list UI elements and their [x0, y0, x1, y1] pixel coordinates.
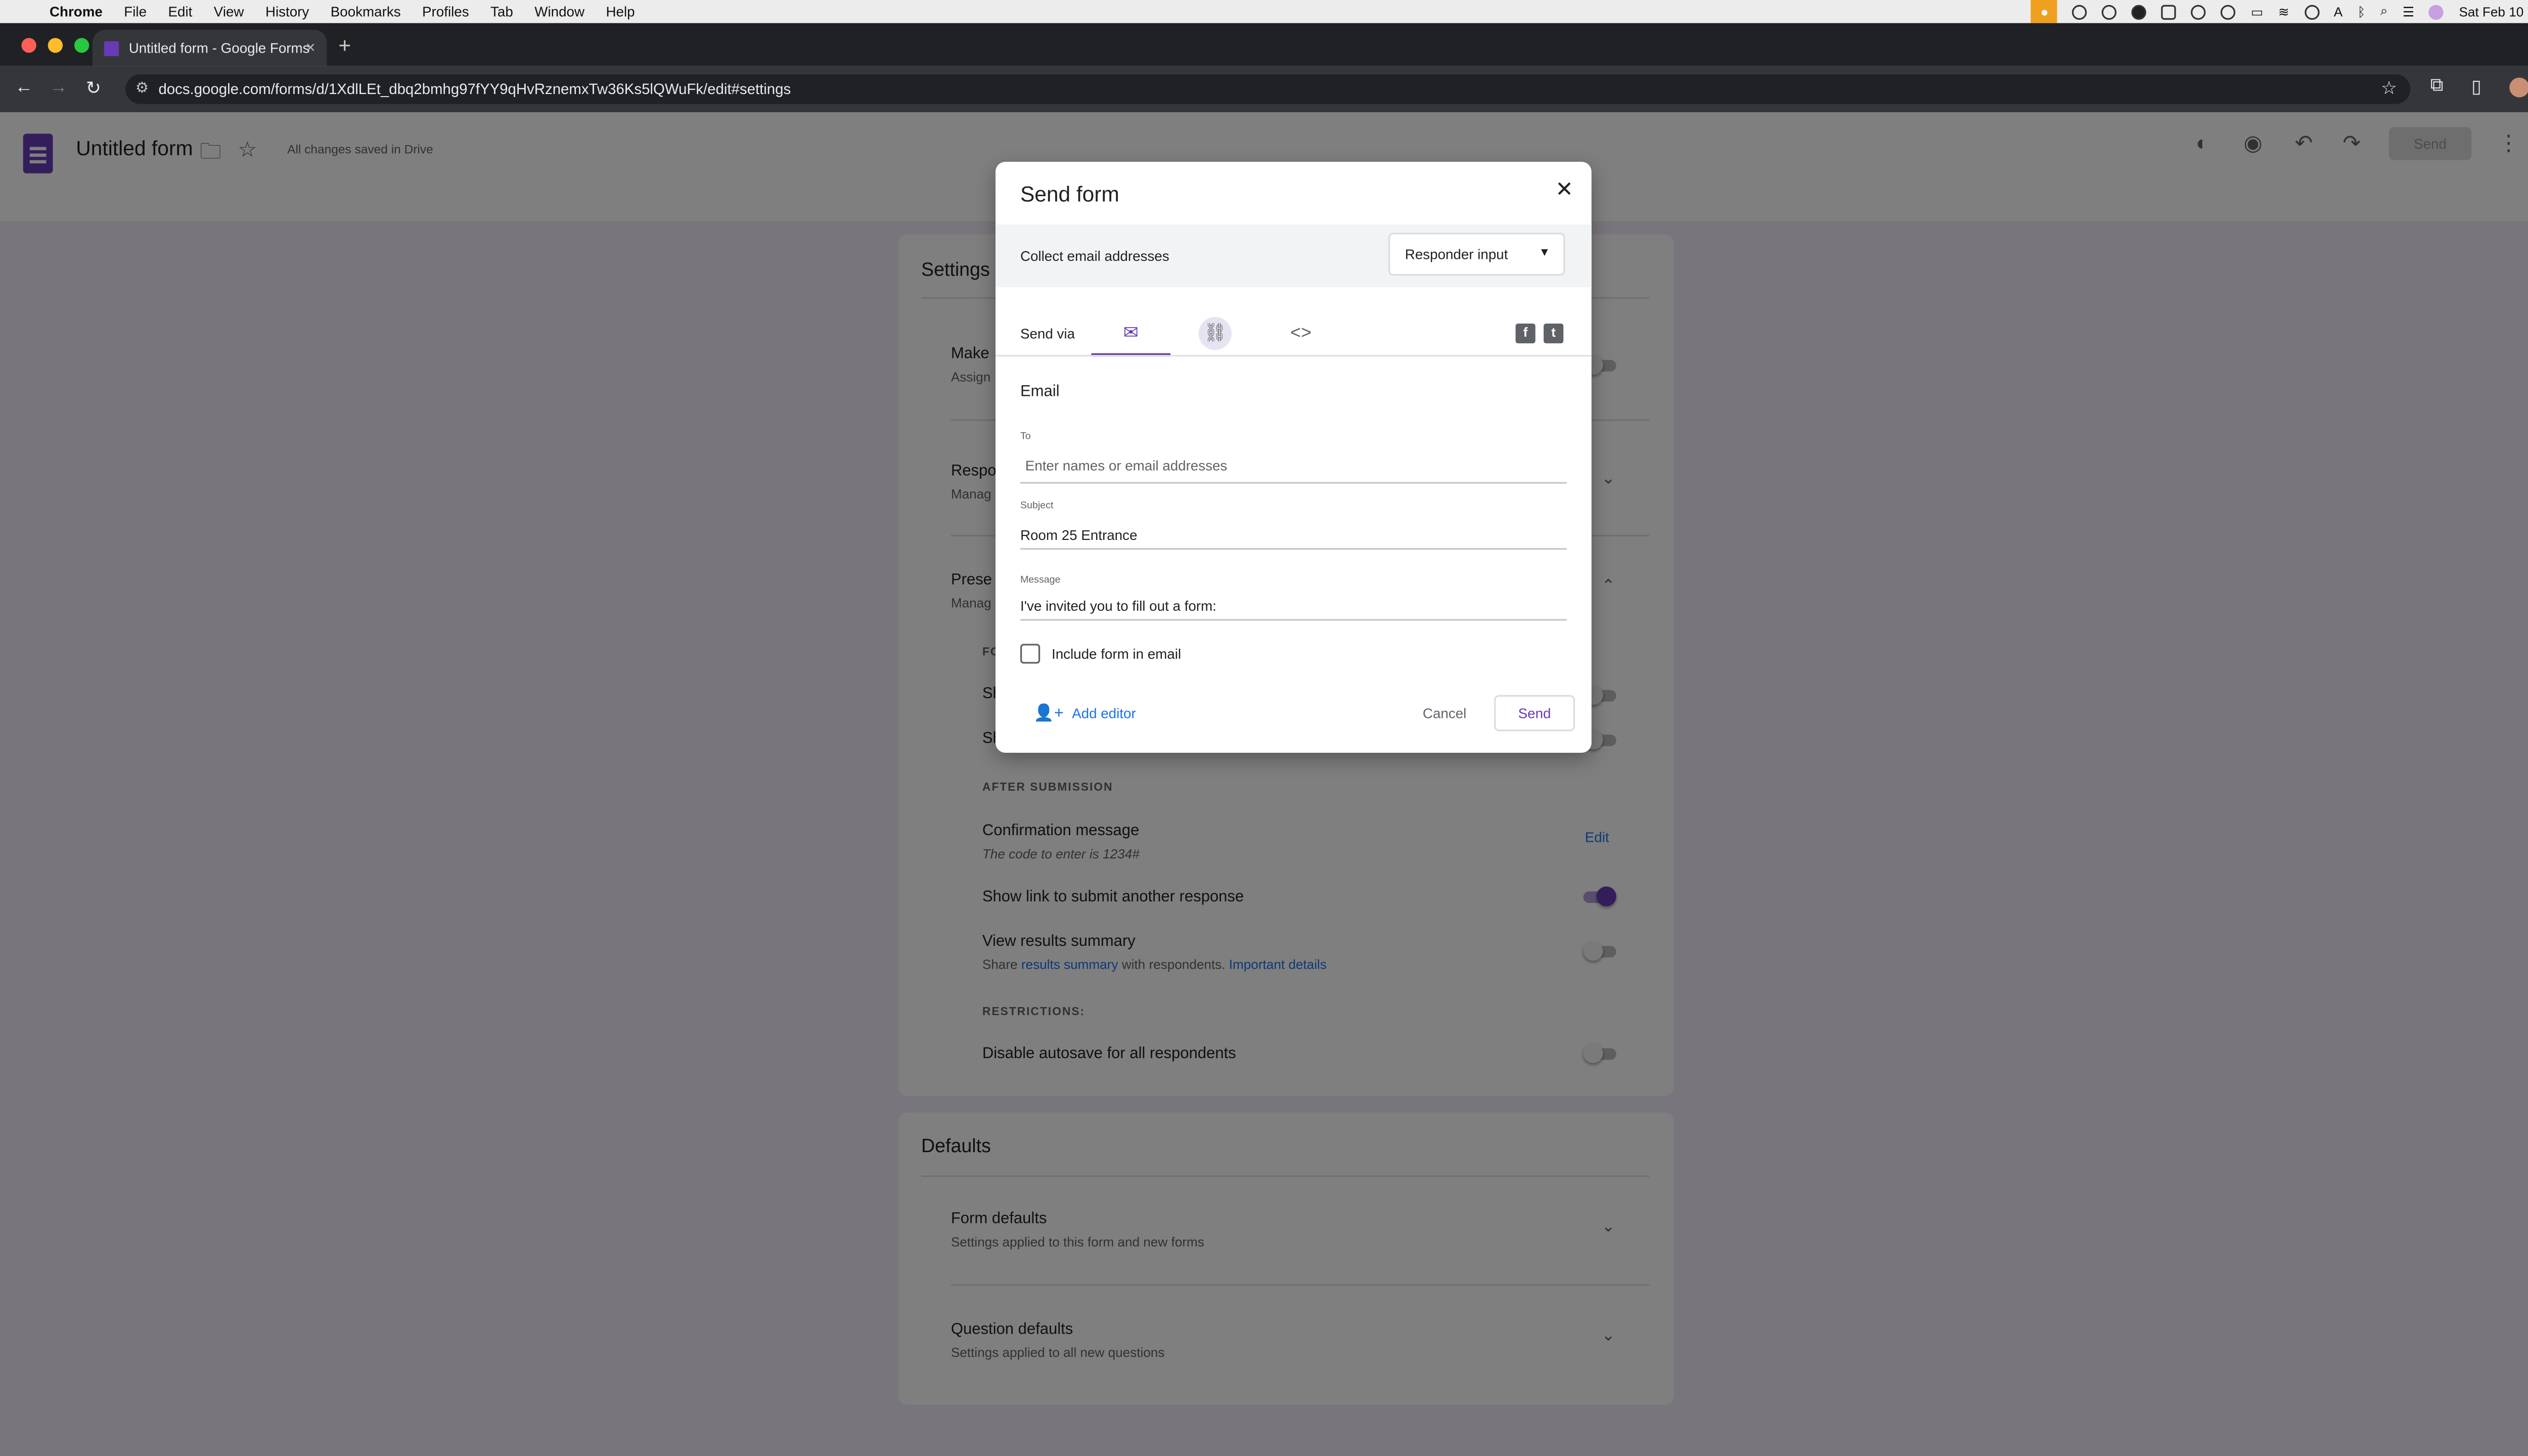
new-tab-icon[interactable]: +: [338, 33, 351, 58]
email-heading: Email: [1020, 383, 1060, 401]
microphone-icon[interactable]: ●: [2031, 0, 2058, 23]
back-icon[interactable]: ←: [15, 77, 33, 97]
menu-profiles[interactable]: Profiles: [422, 4, 469, 20]
browser-tab-strip: Untitled form - Google Forms × + ⌄: [0, 23, 2528, 66]
to-input[interactable]: Enter names or email addresses: [1025, 457, 1228, 474]
play-icon[interactable]: [2191, 4, 2206, 19]
facebook-icon[interactable]: f: [1515, 323, 1536, 344]
mail-icon: ✉: [1123, 323, 1139, 344]
menu-history[interactable]: History: [265, 4, 309, 20]
subject-input[interactable]: Room 25 Entrance: [1020, 527, 1137, 543]
spotlight-search-icon[interactable]: ⌕: [2380, 4, 2388, 20]
add-person-icon: 👤+: [1033, 705, 1064, 723]
include-form-label[interactable]: Include form in email: [1052, 646, 1181, 662]
record-icon[interactable]: [2132, 4, 2147, 19]
bookmark-star-icon[interactable]: ☆: [2381, 77, 2397, 99]
to-label: To: [1020, 432, 1031, 443]
menu-chrome[interactable]: Chrome: [50, 4, 103, 20]
grammarly-icon[interactable]: [2072, 4, 2088, 19]
menu-help[interactable]: Help: [606, 4, 635, 20]
toolbar-actions: ⧉ ▯ ⋮: [2430, 76, 2528, 98]
address-bar[interactable]: ⚙ docs.google.com/forms/d/1XdlLEt_dbq2bm…: [125, 74, 2411, 104]
battery-icon[interactable]: ▭: [2251, 4, 2264, 19]
clock-icon[interactable]: [2304, 4, 2319, 19]
close-icon[interactable]: ✕: [1555, 176, 1573, 203]
browser-toolbar: ← → ↻ ⚙ docs.google.com/forms/d/1XdlLEt_…: [0, 66, 2528, 113]
send-button[interactable]: Send: [1494, 695, 1575, 732]
tab-embed[interactable]: <>: [1261, 310, 1341, 356]
bluetooth-icon[interactable]: ᛒ: [2358, 4, 2366, 19]
browser-tab-active[interactable]: Untitled form - Google Forms ×: [92, 29, 327, 66]
dialog-title: Send form: [1020, 181, 1119, 207]
message-label: Message: [1020, 576, 1061, 586]
macos-menubar: Chrome File Edit View History Bookmarks …: [0, 0, 2528, 23]
maximize-window-button[interactable]: [74, 38, 89, 53]
siri-icon[interactable]: [2429, 4, 2445, 19]
send-form-dialog: Send form ✕ Collect email addresses Resp…: [995, 161, 1592, 753]
reload-icon[interactable]: ↻: [86, 77, 101, 99]
subject-label: Subject: [1020, 502, 1054, 512]
message-input[interactable]: I've invited you to fill out a form:: [1020, 598, 1216, 614]
add-editor-button[interactable]: 👤+ Add editor: [1033, 705, 1136, 723]
speed-icon[interactable]: [2221, 4, 2236, 19]
menu-bookmarks[interactable]: Bookmarks: [331, 4, 401, 20]
minimize-window-button[interactable]: [48, 38, 63, 53]
menu-tab[interactable]: Tab: [490, 4, 513, 20]
menu-window[interactable]: Window: [534, 4, 584, 20]
forward-icon[interactable]: →: [50, 77, 68, 97]
add-editor-label: Add editor: [1072, 705, 1136, 721]
dropdown-caret-icon: ▼: [1539, 247, 1551, 259]
collect-email-select[interactable]: Responder input ▼: [1388, 233, 1565, 276]
forms-favicon-icon: [104, 40, 119, 56]
status-tray: ● ▭ ≋ A ᛒ ⌕ ☰ Sat Feb 10 7:11 PM: [2031, 0, 2528, 23]
send-via-label: Send via: [1020, 325, 1075, 342]
url-text[interactable]: docs.google.com/forms/d/1XdlLEt_dbq2bmhg…: [158, 81, 791, 98]
menu-edit[interactable]: Edit: [168, 4, 192, 20]
close-window-button[interactable]: [21, 38, 36, 53]
menubar-clock[interactable]: Sat Feb 10 7:11 PM: [2459, 4, 2528, 19]
twitter-icon[interactable]: t: [1544, 323, 1564, 344]
collect-email-value: Responder input: [1405, 246, 1508, 263]
profile-avatar-icon[interactable]: [2509, 76, 2528, 97]
cancel-button[interactable]: Cancel: [1412, 697, 1478, 730]
menu-view[interactable]: View: [214, 4, 244, 20]
sync-icon[interactable]: [2102, 4, 2117, 19]
include-form-checkbox[interactable]: [1020, 644, 1041, 664]
tab-title: Untitled form - Google Forms: [128, 39, 310, 57]
wifi-icon[interactable]: ≋: [2278, 4, 2289, 19]
extensions-icon[interactable]: ⧉: [2430, 76, 2444, 97]
window-controls: [21, 38, 89, 53]
screen-icon[interactable]: [2161, 4, 2177, 19]
link-icon: ⛓: [1198, 316, 1232, 350]
screen: Chrome File Edit View History Bookmarks …: [0, 0, 2528, 1456]
collect-email-label: Collect email addresses: [1020, 247, 1169, 264]
site-info-icon[interactable]: ⚙: [136, 79, 149, 98]
control-center-icon[interactable]: ☰: [2403, 4, 2414, 19]
keyboard-input-icon[interactable]: A: [2334, 4, 2342, 19]
side-panel-icon[interactable]: ▯: [2471, 76, 2481, 97]
tab-link[interactable]: ⛓: [1176, 310, 1255, 356]
tab-email[interactable]: ✉: [1091, 310, 1171, 357]
menu-file[interactable]: File: [124, 4, 147, 20]
collect-email-row: Collect email addresses Responder input …: [995, 224, 1592, 288]
embed-code-icon: <>: [1290, 323, 1312, 344]
close-tab-icon[interactable]: ×: [306, 39, 315, 57]
